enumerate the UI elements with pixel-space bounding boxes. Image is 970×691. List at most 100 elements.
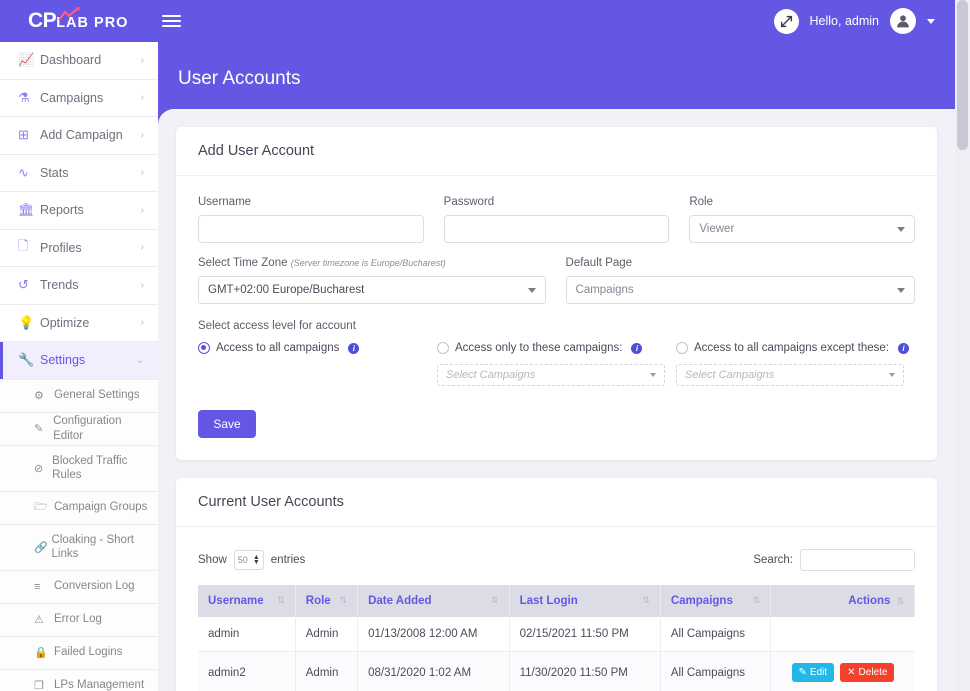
- password-group: Password: [444, 196, 670, 243]
- access-radio-label-2[interactable]: Access only to these campaigns: i: [437, 342, 676, 354]
- chevron-down-icon[interactable]: [927, 19, 935, 24]
- sidebar-subitem-conversion-log[interactable]: ≡Conversion Log: [0, 571, 158, 604]
- page-scrollbar-thumb[interactable]: [957, 0, 968, 150]
- table-header-label: Date Added: [368, 595, 431, 607]
- sidebar-item-campaigns[interactable]: ⚗Campaigns›: [0, 80, 158, 118]
- logo-cp-text: CP: [28, 9, 56, 33]
- sidebar-item-add-campaign[interactable]: ⊞Add Campaign›: [0, 117, 158, 155]
- default-page-label: Default Page: [566, 257, 915, 269]
- sidebar-subitem-failed-logins[interactable]: 🔒Failed Logins: [0, 637, 158, 670]
- info-circle-icon[interactable]: i: [631, 343, 642, 354]
- sidebar-item-trends[interactable]: ↺Trends›: [0, 267, 158, 305]
- edit-square-icon: ✎: [34, 422, 53, 435]
- wrench-icon: 🔧: [18, 352, 40, 368]
- entries-per-page-select[interactable]: 50 ▲▼: [234, 550, 264, 570]
- access-option-label: Access only to these campaigns:: [455, 342, 622, 354]
- expand-arrows-icon[interactable]: [774, 9, 799, 34]
- copy-icon: ❐: [34, 679, 54, 691]
- chevron-down-icon: [889, 373, 895, 377]
- current-user-accounts-card: Current User Accounts Show 50 ▲▼ entries: [176, 478, 937, 691]
- sidebar-item-label: Campaigns: [40, 91, 141, 105]
- hamburger-icon[interactable]: [162, 15, 181, 27]
- access-radio-label-1[interactable]: Access to all campaignsi: [198, 342, 437, 354]
- default-page-group: Default Page Campaigns: [566, 257, 915, 304]
- sidebar-subitem-lps-management[interactable]: ❐LPs Management: [0, 670, 158, 691]
- plus-square-icon: ⊞: [18, 127, 40, 143]
- history-icon: ↺: [18, 277, 40, 293]
- campaign-multiselect-2[interactable]: Select Campaigns: [437, 364, 665, 386]
- sidebar-subitem-label: Conversion Log: [54, 579, 135, 593]
- sidebar-item-stats[interactable]: ∿Stats›: [0, 155, 158, 193]
- role-select[interactable]: Viewer: [689, 215, 915, 243]
- cell-role: Admin: [295, 652, 357, 691]
- entries-value: 50: [238, 555, 248, 565]
- table-header-role[interactable]: Role⇅: [295, 585, 357, 617]
- greeting-text: Hello, admin: [810, 14, 879, 28]
- table-header-actions[interactable]: Actions⇅: [771, 585, 915, 617]
- stepper-icon: ▲▼: [253, 555, 260, 565]
- radio-button-2[interactable]: [437, 342, 449, 354]
- warning-triangle-icon: ⚠: [34, 613, 54, 626]
- radio-button-3[interactable]: [676, 342, 688, 354]
- sidebar-subitem-blocked-traffic-rules[interactable]: ⊘Blocked Traffic Rules: [0, 446, 158, 492]
- table-header-label: Username: [208, 595, 264, 607]
- radio-button-1[interactable]: [198, 342, 210, 354]
- access-option-2: Access only to these campaigns: i Select C…: [437, 342, 676, 386]
- chevron-right-icon: ›: [141, 317, 158, 328]
- page-scrollbar[interactable]: [955, 0, 970, 691]
- sidebar-item-profiles[interactable]: 🗋Profiles›: [0, 230, 158, 268]
- sidebar-subitem-error-log[interactable]: ⚠Error Log: [0, 604, 158, 637]
- cell-last-login: 02/15/2021 11:50 PM: [509, 617, 660, 652]
- search-input[interactable]: [800, 549, 915, 571]
- cell-username: admin: [198, 617, 295, 652]
- spark-arrow-icon: [58, 7, 80, 21]
- campaign-multiselect-3[interactable]: Select Campaigns: [676, 364, 904, 386]
- save-button[interactable]: Save: [198, 410, 256, 438]
- info-circle-icon[interactable]: i: [348, 343, 359, 354]
- table-header-row: Username⇅Role⇅Date Added⇅Last Login⇅Camp…: [198, 585, 915, 617]
- sidebar-item-label: Add Campaign: [40, 128, 141, 142]
- username-input[interactable]: [198, 215, 424, 243]
- chevron-right-icon: ›: [141, 167, 158, 178]
- cell-date-added: 08/31/2020 1:02 AM: [358, 652, 510, 691]
- default-page-select[interactable]: Campaigns: [566, 276, 915, 304]
- sidebar-item-dashboard[interactable]: 📈Dashboard›: [0, 42, 158, 80]
- table-header-last-login[interactable]: Last Login⇅: [509, 585, 660, 617]
- accounts-card-body: Show 50 ▲▼ entries Search:: [176, 527, 937, 691]
- content-area: Add User Account Username Password Role: [158, 109, 955, 691]
- folder-open-icon: 🗁: [34, 498, 54, 517]
- avatar[interactable]: [890, 8, 916, 34]
- sidebar-subitem-cloaking-short-links[interactable]: 🔗Cloaking - Short Links: [0, 525, 158, 571]
- sidebar-item-label: Stats: [40, 166, 141, 180]
- info-circle-icon[interactable]: i: [898, 343, 909, 354]
- cell-campaigns: All Campaigns: [660, 652, 771, 691]
- edit-button[interactable]: ✎Edit: [792, 663, 835, 682]
- sidebar-item-optimize[interactable]: 💡Optimize›: [0, 305, 158, 343]
- table-header-date-added[interactable]: Date Added⇅: [358, 585, 510, 617]
- sidebar-subitem-label: Blocked Traffic Rules: [52, 454, 150, 483]
- sidebar-item-settings[interactable]: 🔧Settings⌄: [0, 342, 158, 380]
- sidebar-subitem-configuration-editor[interactable]: ✎Configuration Editor: [0, 413, 158, 446]
- sort-updown-icon: ⇅: [277, 595, 285, 606]
- chevron-down-icon: [897, 288, 905, 293]
- sidebar-subitem-general-settings[interactable]: ⚙General Settings: [0, 380, 158, 413]
- password-input[interactable]: [444, 215, 670, 243]
- table-header-campaigns[interactable]: Campaigns⇅: [660, 585, 771, 617]
- brand-logo[interactable]: CP LAB PRO: [0, 0, 158, 42]
- sort-updown-icon: ⇅: [753, 595, 761, 606]
- entries-label: entries: [271, 554, 306, 566]
- timezone-select[interactable]: GMT+02:00 Europe/Bucharest: [198, 276, 546, 304]
- sidebar-subnav-list: ⚙General Settings✎Configuration Editor⊘B…: [0, 380, 158, 691]
- table-header-label: Last Login: [520, 595, 578, 607]
- edit-icon: ✎: [799, 667, 807, 678]
- chevron-right-icon: ›: [141, 280, 158, 291]
- sidebar-subitem-campaign-groups[interactable]: 🗁Campaign Groups: [0, 492, 158, 525]
- table-row: admin2Admin08/31/2020 1:02 AM11/30/2020 …: [198, 652, 915, 691]
- delete-label: Delete: [859, 667, 888, 678]
- sidebar-item-reports[interactable]: 🏛Reports›: [0, 192, 158, 230]
- main-region: User Accounts Add User Account Username …: [158, 42, 955, 691]
- table-header-username[interactable]: Username ⇅: [198, 585, 295, 617]
- sort-updown-icon: ⇅: [340, 595, 348, 606]
- access-radio-label-3[interactable]: Access to all campaigns except these:i: [676, 342, 915, 354]
- delete-button[interactable]: ✕Delete: [840, 663, 894, 682]
